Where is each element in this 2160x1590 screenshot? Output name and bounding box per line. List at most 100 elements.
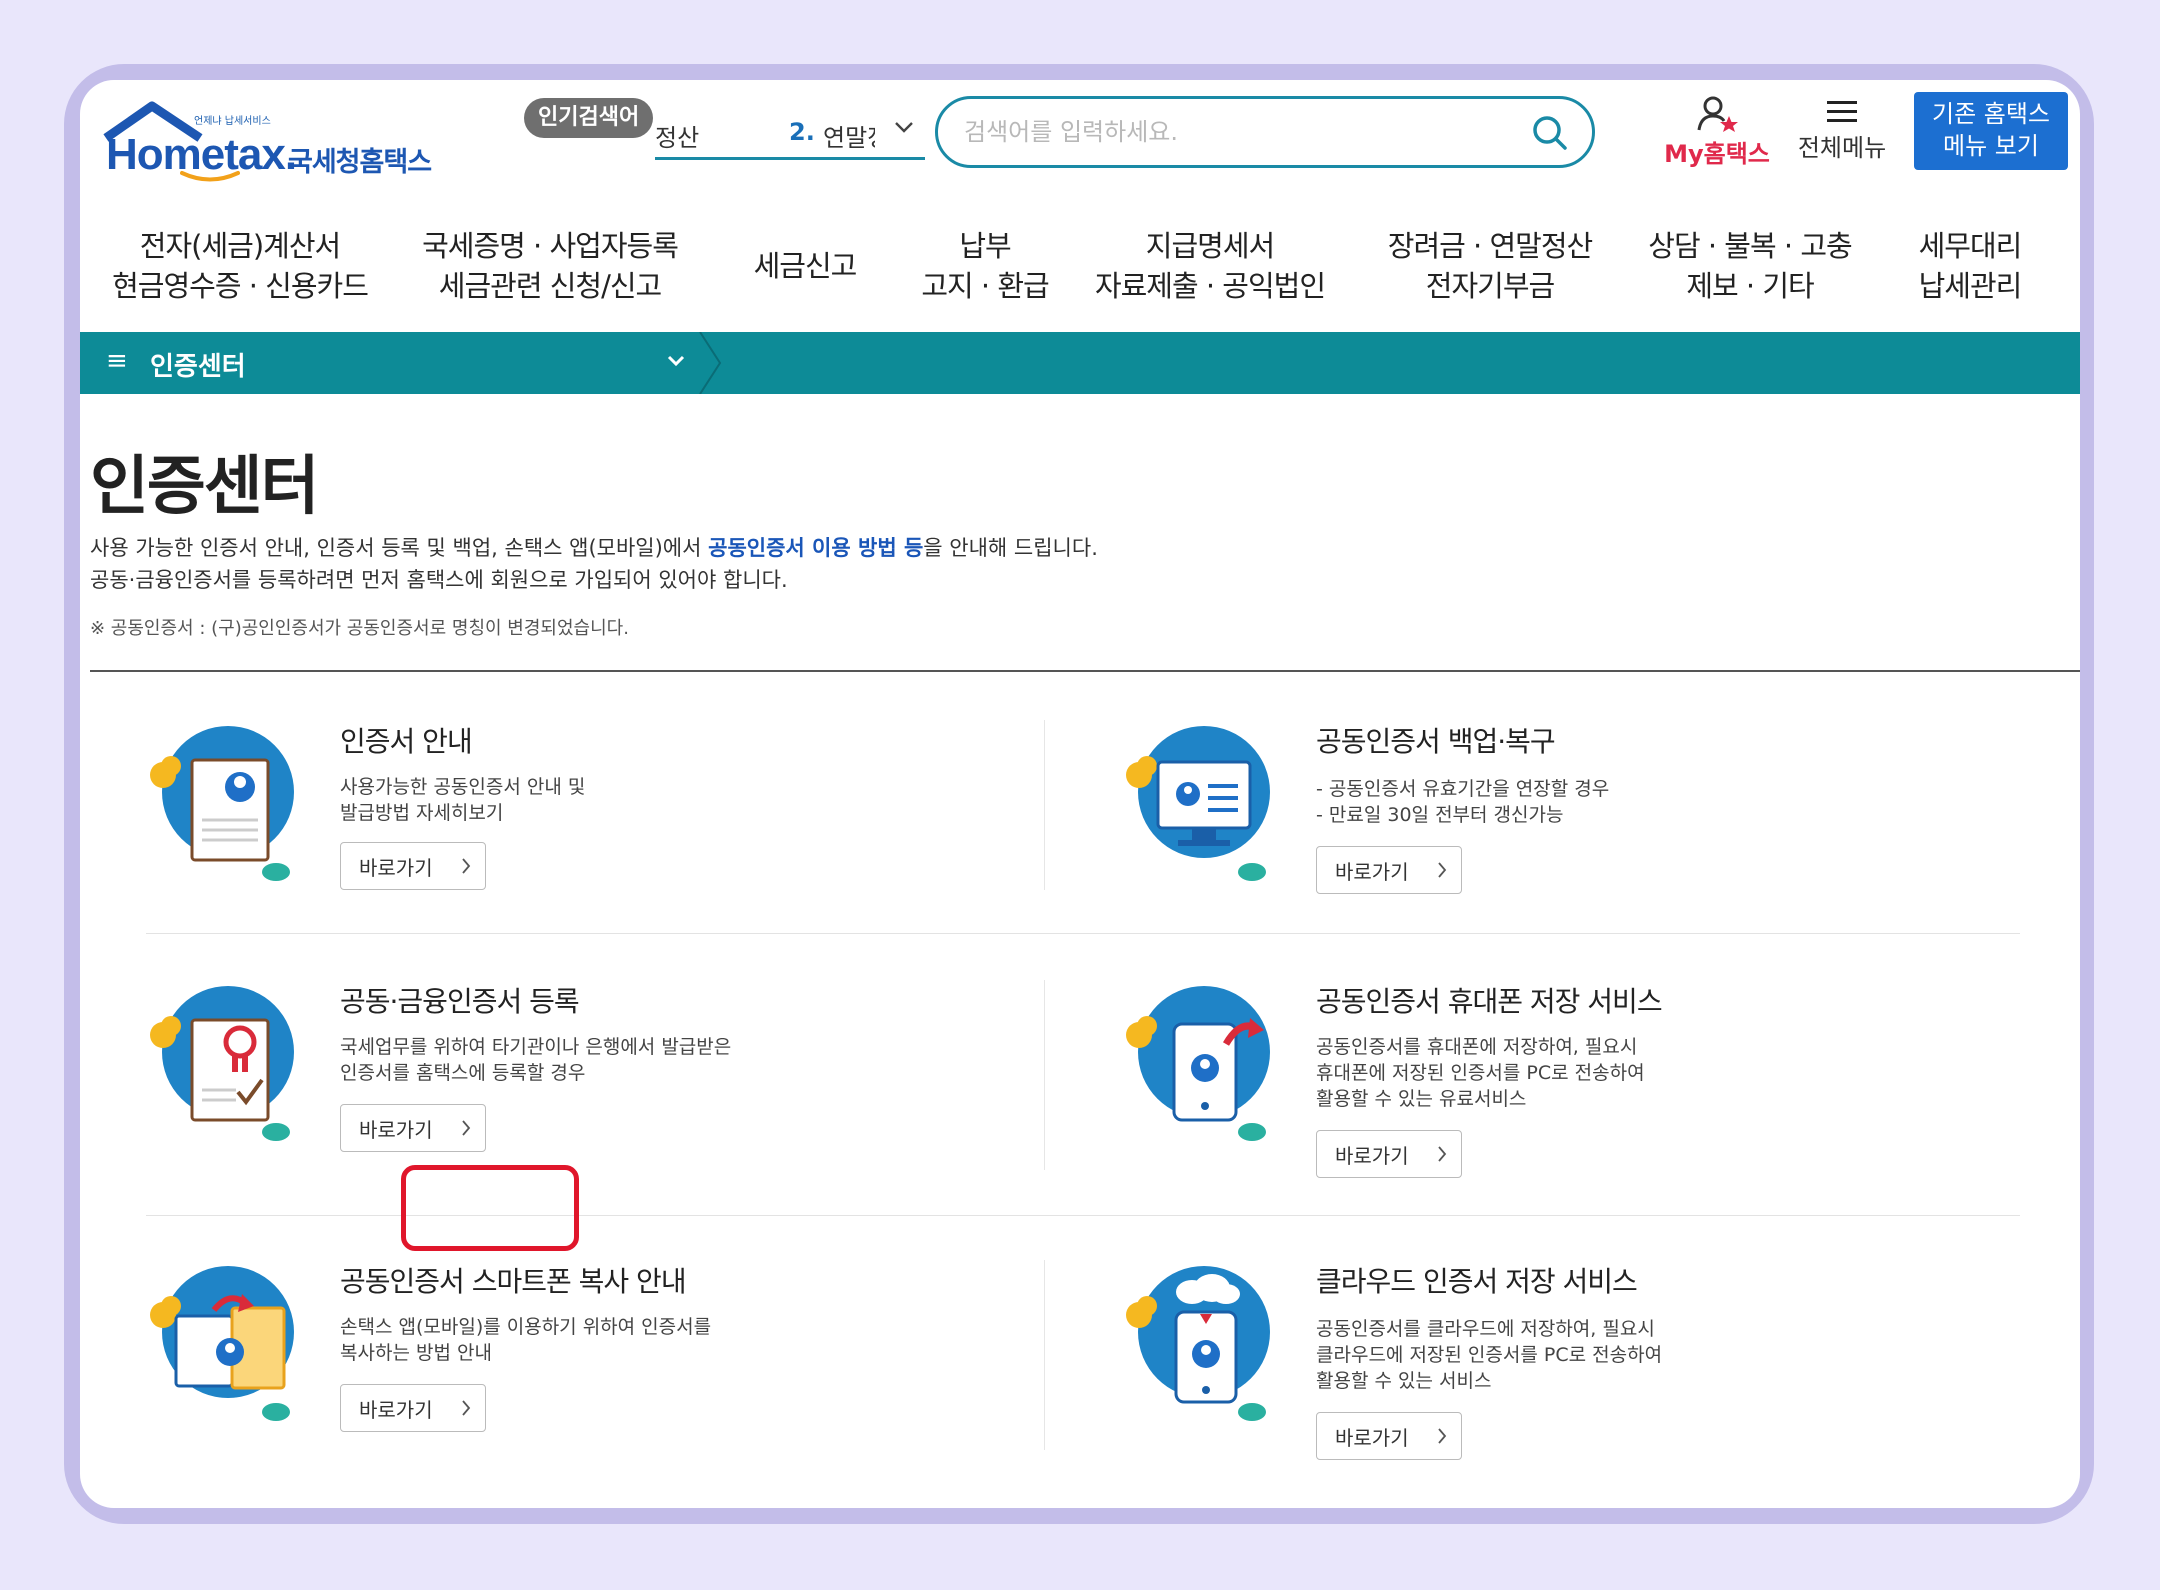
hometax-logo[interactable]: 언제냐 납세서비스 Hometax. 국세청홈택스 xyxy=(92,92,432,202)
card-description: 국세업무를 위하여 타기관이나 은행에서 발급받은 xyxy=(340,1036,732,1058)
nav-line2: 세금관련 신청/신고 xyxy=(438,269,662,303)
location-bar: ≡ 인증센터 xyxy=(80,332,2080,394)
card-description: 발급방법 자세히보기 xyxy=(340,802,504,824)
chevron-right-icon xyxy=(462,1120,471,1136)
chevron-down-icon[interactable] xyxy=(666,354,686,368)
user-star-icon xyxy=(1697,96,1738,132)
hamburger-menu-icon xyxy=(1827,101,1857,122)
popular-keyword[interactable]: 연말정산 xyxy=(823,118,875,153)
logo-subtitle: 언제냐 납세서비스 xyxy=(194,116,271,127)
card-title: 공동인증서 백업·복구 xyxy=(1316,725,1556,758)
menu-lines-icon: ≡ xyxy=(106,346,128,376)
popular-search-badge: 인기검색어 xyxy=(524,98,654,138)
popular-search-ticker[interactable]: 정산 2. 연말정산 xyxy=(655,108,925,160)
card-description: 활용할 수 있는 서비스 xyxy=(1316,1370,1492,1392)
nav-line1: 세금신고 xyxy=(753,249,858,283)
card-title: 공동·금융인증서 등록 xyxy=(340,985,580,1018)
logo-korean-name: 국세청홈택스 xyxy=(288,147,432,178)
nav-tax-filing[interactable]: 세금신고 xyxy=(740,210,870,322)
page-note: ※ 공동인증서 : (구)공인인증서가 공동인증서로 명칭이 변경되었습니다. xyxy=(90,618,629,639)
phone-transfer-icon xyxy=(1126,986,1270,1141)
cloud-phone-icon xyxy=(1126,1266,1270,1421)
old-hometax-menu-button[interactable]: 기존 홈택스 메뉴 보기 xyxy=(1914,92,2068,170)
chevron-right-icon xyxy=(1438,862,1447,878)
nav-line1: 장려금 · 연말정산 xyxy=(1387,229,1593,263)
breadcrumb-separator xyxy=(699,332,722,394)
nav-line2: 고지 · 환급 xyxy=(921,269,1049,303)
card-description: 휴대폰에 저장된 인증서를 PC로 전송하여 xyxy=(1316,1062,1645,1084)
highlight-annotation xyxy=(401,1165,579,1251)
chevron-right-icon xyxy=(1438,1428,1447,1444)
browser-page: 언제냐 납세서비스 Hometax. 국세청홈택스 인기검색어 정산 2. 연말… xyxy=(80,80,2080,1508)
old-menu-line1: 기존 홈택스 xyxy=(1931,100,2051,128)
smartphone-copy-icon xyxy=(150,1266,294,1421)
monitor-certificate-icon xyxy=(1126,726,1270,881)
certificate-check-icon xyxy=(150,986,294,1141)
page-title: 인증센터 xyxy=(90,450,320,524)
nav-line1: 상담 · 불복 · 고충 xyxy=(1648,229,1852,263)
go-button-backup-restore[interactable]: 바로가기 xyxy=(1316,846,1462,894)
nav-tax-agent[interactable]: 세무대리 납세관리 xyxy=(1900,210,2040,322)
go-button-certificate-guide[interactable]: 바로가기 xyxy=(340,842,486,890)
card-title: 공동인증서 스마트폰 복사 안내 xyxy=(340,1265,687,1298)
card-title: 인증서 안내 xyxy=(340,725,473,758)
go-label: 바로가기 xyxy=(1335,1425,1409,1450)
certificate-document-icon xyxy=(150,726,294,881)
search-input[interactable] xyxy=(964,113,1524,151)
desc-text: 사용 가능한 인증서 안내, 인증서 등록 및 백업, 손택스 앱(모바일)에서 xyxy=(90,536,709,560)
desc-text-end: 을 안내해 드립니다. xyxy=(923,536,1098,560)
card-description: 클라우드에 저장된 인증서를 PC로 전송하여 xyxy=(1316,1344,1663,1366)
old-menu-line2: 메뉴 보기 xyxy=(1943,132,2039,160)
nav-line1: 납부 xyxy=(959,229,1011,263)
my-hometax-link[interactable]: My홈택스 xyxy=(1662,90,1772,180)
card-description: 복사하는 방법 안내 xyxy=(340,1342,492,1364)
main-navigation: 전자(세금)계산서 현금영수증 · 신용카드 국세증명 · 사업자등록 세금관련… xyxy=(80,210,2080,322)
go-label: 바로가기 xyxy=(1335,1143,1409,1168)
nav-line2: 전자기부금 xyxy=(1425,269,1555,303)
card-description: 사용가능한 공동인증서 안내 및 xyxy=(340,776,586,798)
all-menu-button[interactable]: 전체메뉴 xyxy=(1792,90,1892,180)
all-menu-label: 전체메뉴 xyxy=(1797,134,1887,162)
nav-consultation[interactable]: 상담 · 불복 · 고충 제보 · 기타 xyxy=(1640,210,1860,322)
nav-e-invoice[interactable]: 전자(세금)계산서 현금영수증 · 신용카드 xyxy=(110,210,370,322)
nav-line2: 자료제출 · 공익법인 xyxy=(1094,269,1326,303)
go-label: 바로가기 xyxy=(1335,859,1409,884)
divider xyxy=(90,670,2080,672)
go-button-phone-storage[interactable]: 바로가기 xyxy=(1316,1130,1462,1178)
location-title[interactable]: 인증센터 xyxy=(150,346,246,383)
desc-highlight: 공동인증서 이용 방법 등 xyxy=(708,536,924,560)
nav-line1: 국세증명 · 사업자등록 xyxy=(422,229,679,263)
search-box xyxy=(935,96,1595,168)
go-button-cloud-storage[interactable]: 바로가기 xyxy=(1316,1412,1462,1460)
card-title: 클라우드 인증서 저장 서비스 xyxy=(1316,1265,1638,1298)
column-divider xyxy=(1044,980,1045,1170)
card-description: - 공동인증서 유효기간을 연장할 경우 xyxy=(1316,778,1610,800)
chevron-right-icon xyxy=(462,1400,471,1416)
chevron-right-icon xyxy=(1438,1146,1447,1162)
go-label: 바로가기 xyxy=(359,1397,433,1422)
chevron-right-icon xyxy=(462,858,471,874)
my-hometax-label: My홈택스 xyxy=(1664,140,1770,168)
go-button-smartphone-copy[interactable]: 바로가기 xyxy=(340,1384,486,1432)
nav-line1: 세무대리 xyxy=(1918,229,2023,263)
column-divider xyxy=(1044,1260,1045,1450)
popular-rank: 2. xyxy=(789,118,815,146)
popular-prev-keyword[interactable]: 정산 xyxy=(655,118,699,153)
nav-payment-statement[interactable]: 지급명세서 자료제출 · 공익법인 xyxy=(1090,210,1330,322)
go-button-certificate-registration[interactable]: 바로가기 xyxy=(340,1104,486,1152)
nav-payment[interactable]: 납부 고지 · 환급 xyxy=(920,210,1050,322)
card-description: - 만료일 30일 전부터 갱신가능 xyxy=(1316,804,1564,826)
nav-year-end-settlement[interactable]: 장려금 · 연말정산 전자기부금 xyxy=(1370,210,1610,322)
search-icon[interactable] xyxy=(1530,113,1570,153)
nav-line2: 제보 · 기타 xyxy=(1686,269,1814,303)
card-title: 공동인증서 휴대폰 저장 서비스 xyxy=(1316,985,1663,1018)
go-label: 바로가기 xyxy=(359,855,433,880)
chevron-down-icon[interactable] xyxy=(893,120,915,134)
go-label: 바로가기 xyxy=(359,1117,433,1142)
card-description: 공동인증서를 클라우드에 저장하여, 필요시 xyxy=(1316,1318,1655,1340)
nav-certificate-registration[interactable]: 국세증명 · 사업자등록 세금관련 신청/신고 xyxy=(420,210,680,322)
nav-line2: 납세관리 xyxy=(1918,269,2023,303)
nav-line2: 현금영수증 · 신용카드 xyxy=(112,269,369,303)
page-description-2: 공동·금융인증서를 등록하려면 먼저 홈택스에 회원으로 가입되어 있어야 합니… xyxy=(90,568,788,592)
page-description: 사용 가능한 인증서 안내, 인증서 등록 및 백업, 손택스 앱(모바일)에서… xyxy=(90,532,1098,562)
